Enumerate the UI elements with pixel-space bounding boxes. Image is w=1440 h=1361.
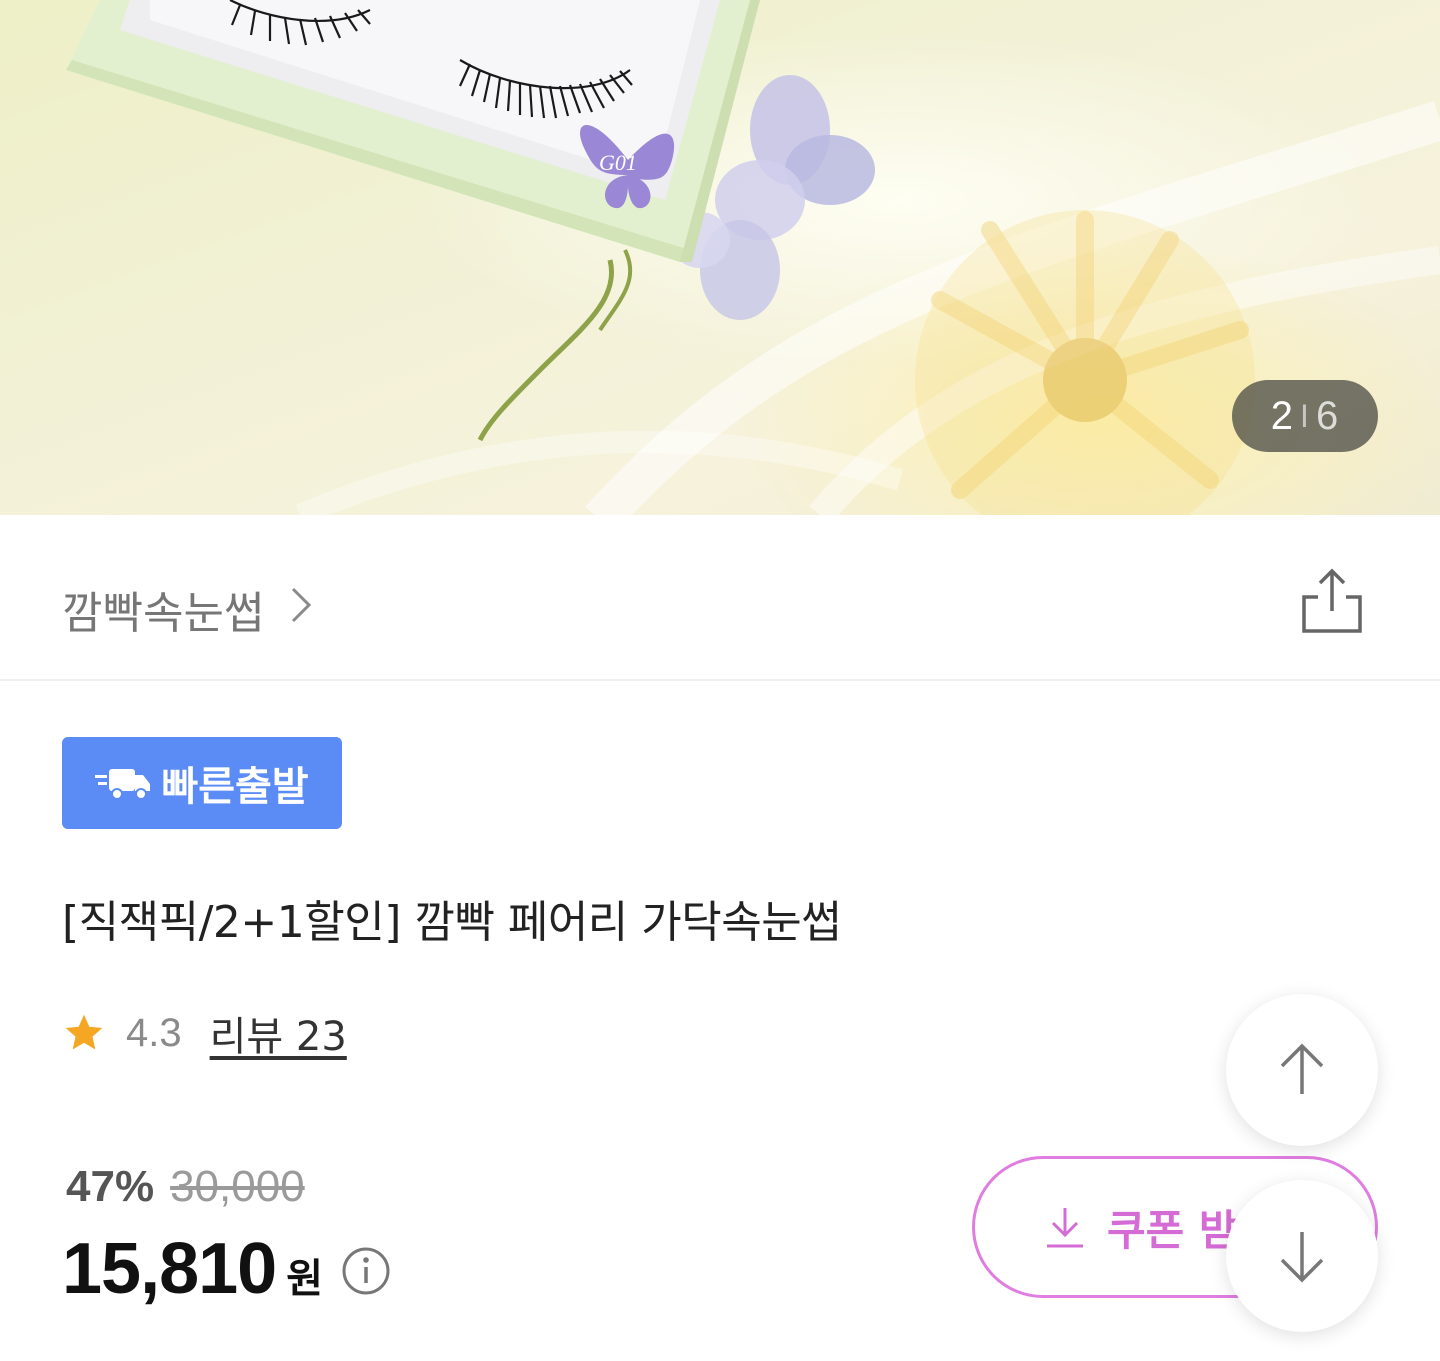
price-row: 15,810 원 — [62, 1228, 391, 1310]
product-image-gallery[interactable]: G01 2 I 6 — [0, 0, 1440, 515]
badge-label: 빠른출발 — [161, 764, 309, 810]
brand-name: 깜빡속눈썹 — [62, 588, 265, 639]
fast-delivery-truck-icon — [95, 769, 151, 800]
current-page: 2 — [1270, 393, 1295, 438]
final-price: 15,810 — [62, 1229, 277, 1309]
star-icon — [65, 1014, 103, 1050]
coupon-label: 쿠폰 받 — [1107, 1205, 1238, 1255]
box-label: G01 — [599, 150, 637, 175]
arrow-down-icon — [1280, 1232, 1324, 1283]
product-title: [직잭픽/2+1할인] 깜빡 페어리 가닥속눈썹 — [62, 897, 842, 948]
share-button[interactable] — [1298, 567, 1366, 635]
discount-row: 47% 30,000 — [66, 1162, 305, 1212]
scroll-down-button[interactable] — [1226, 1180, 1378, 1332]
download-icon — [1047, 1208, 1083, 1248]
brand-row: 깜빡속눈썹 — [0, 515, 1440, 681]
total-pages: 6 — [1315, 393, 1340, 438]
page-separator: I — [1300, 397, 1310, 434]
fast-delivery-badge: 빠른출발 — [62, 737, 342, 829]
scroll-up-button[interactable] — [1226, 994, 1378, 1146]
arrow-up-icon — [1280, 1043, 1324, 1094]
product-photo: G01 — [66, 0, 1440, 515]
share-icon — [1302, 568, 1362, 633]
original-price: 30,000 — [170, 1162, 305, 1211]
reviews-link[interactable]: 리뷰 23 — [210, 1004, 347, 1062]
info-icon — [342, 1247, 390, 1294]
rating-score: 4.3 — [126, 1010, 182, 1055]
discount-percent: 47% — [66, 1162, 155, 1211]
chevron-right-icon — [290, 584, 312, 635]
rating-row: 4.3 리뷰 23 — [62, 1004, 347, 1062]
currency-label: 원 — [286, 1256, 324, 1302]
brand-link[interactable]: 깜빡속눈썹 — [62, 577, 312, 641]
gallery-page-counter: 2 I 6 — [1232, 380, 1378, 452]
price-info-button[interactable] — [341, 1246, 391, 1301]
